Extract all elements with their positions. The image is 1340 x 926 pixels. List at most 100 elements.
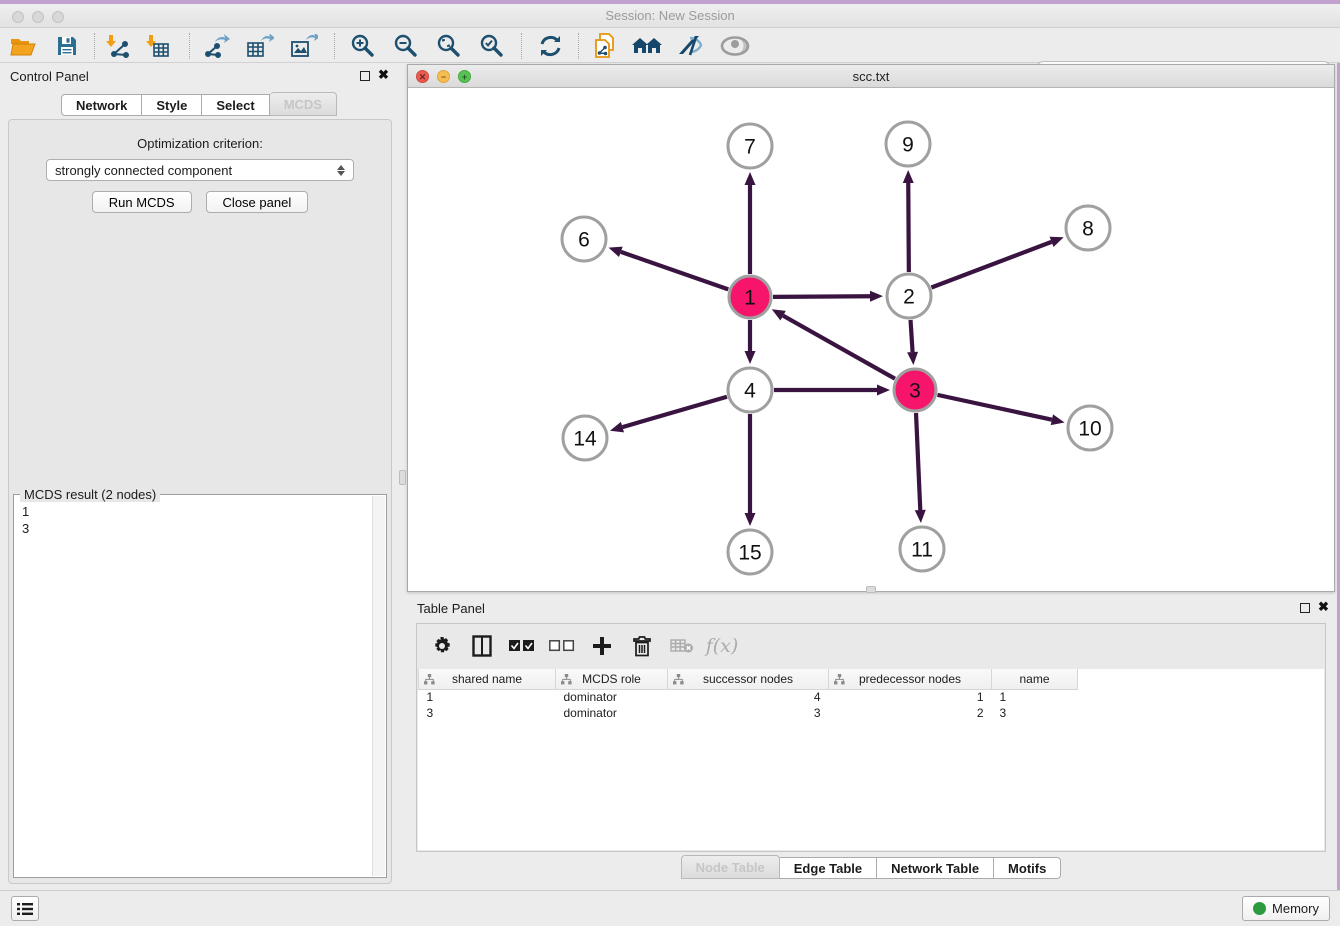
vertical-scrollbar-thumb[interactable] xyxy=(399,470,406,485)
zoom-fit-icon[interactable] xyxy=(432,31,466,61)
zoom-in-icon[interactable] xyxy=(346,31,380,61)
column-header-MCDS-role[interactable]: MCDS role xyxy=(556,669,668,689)
node-label: 11 xyxy=(911,539,933,562)
table-cell[interactable]: 1 xyxy=(419,689,556,705)
table-cell[interactable]: dominator xyxy=(556,705,668,721)
table-tabs: Node Table Edge Table Network Table Moti… xyxy=(407,857,1335,881)
zoom-selected-icon[interactable] xyxy=(475,31,509,61)
zoom-out-icon[interactable] xyxy=(389,31,423,61)
graph-node-7[interactable]: 7 xyxy=(728,124,772,168)
graph-edge-1-7[interactable] xyxy=(745,172,756,274)
close-panel-button[interactable]: Close panel xyxy=(206,191,309,213)
graph-edge-1-6[interactable] xyxy=(609,247,729,290)
export-image-icon[interactable] xyxy=(287,31,321,61)
graph-edge-3-10[interactable] xyxy=(937,395,1064,425)
run-mcds-button[interactable]: Run MCDS xyxy=(92,191,192,213)
node-label: 1 xyxy=(744,287,756,310)
graph-node-11[interactable]: 11 xyxy=(900,527,944,571)
task-history-button[interactable] xyxy=(11,896,39,921)
graph-edge-1-2[interactable] xyxy=(773,291,883,302)
column-header-successor-nodes[interactable]: successor nodes xyxy=(668,669,829,689)
window-title: Session: New Session xyxy=(0,8,1340,23)
import-network-icon[interactable] xyxy=(101,31,135,61)
graph-node-1[interactable]: 1 xyxy=(729,276,771,318)
export-network-icon[interactable] xyxy=(200,31,234,61)
mcds-result-text[interactable]: 13 xyxy=(15,499,372,876)
column-header-predecessor-nodes[interactable]: predecessor nodes xyxy=(829,669,992,689)
table-cell[interactable]: 3 xyxy=(668,705,829,721)
delete-table-icon xyxy=(669,633,695,659)
toolbar-separator xyxy=(578,33,579,59)
select-all-icon[interactable] xyxy=(509,633,535,659)
graph-node-14[interactable]: 14 xyxy=(563,416,607,460)
table-cell[interactable]: 2 xyxy=(829,705,992,721)
tab-network[interactable]: Network xyxy=(61,94,142,116)
add-column-icon[interactable] xyxy=(589,633,615,659)
node-label: 14 xyxy=(573,428,597,451)
open-session-icon[interactable] xyxy=(6,31,40,61)
table-row: 3dominator323 xyxy=(419,705,1078,721)
graph-node-8[interactable]: 8 xyxy=(1066,206,1110,250)
float-panel-icon[interactable] xyxy=(360,71,370,81)
table-cell[interactable]: 3 xyxy=(419,705,556,721)
tab-style[interactable]: Style xyxy=(142,94,202,116)
first-neighbors-icon[interactable] xyxy=(630,31,664,61)
tab-select[interactable]: Select xyxy=(202,94,269,116)
graph-edge-3-11[interactable] xyxy=(915,413,926,523)
network-canvas[interactable]: 7 9 6 8 1 2 4 3 14 10 15 11 xyxy=(408,88,1334,591)
graph-edge-2-9[interactable] xyxy=(903,170,914,272)
import-table-icon[interactable] xyxy=(141,31,175,61)
clone-network-icon[interactable] xyxy=(588,31,622,61)
result-scrollbar[interactable] xyxy=(372,496,385,876)
deselect-all-icon[interactable] xyxy=(549,633,575,659)
graph-node-3[interactable]: 3 xyxy=(894,369,936,411)
tab-network-table[interactable]: Network Table xyxy=(877,857,994,879)
close-table-panel-icon[interactable]: ✖ xyxy=(1318,600,1329,614)
export-table-icon[interactable] xyxy=(243,31,277,61)
graph-node-15[interactable]: 15 xyxy=(728,530,772,574)
table-cell[interactable]: 4 xyxy=(668,689,829,705)
tab-motifs[interactable]: Motifs xyxy=(994,857,1061,879)
table-cell[interactable]: 1 xyxy=(829,689,992,705)
table-cell[interactable]: 1 xyxy=(992,689,1078,705)
graph-node-2[interactable]: 2 xyxy=(887,274,931,318)
show-all-icon xyxy=(718,31,752,61)
graph-edge-2-8[interactable] xyxy=(931,237,1063,288)
memory-status-icon xyxy=(1253,902,1266,915)
graph-edge-2-3[interactable] xyxy=(907,320,918,365)
save-session-icon[interactable] xyxy=(50,31,84,61)
column-header-shared-name[interactable]: shared name xyxy=(419,669,556,689)
refresh-icon[interactable] xyxy=(533,31,567,61)
graph-edge-3-1[interactable] xyxy=(772,309,895,378)
hide-selected-icon[interactable] xyxy=(673,31,707,61)
graph-node-9[interactable]: 9 xyxy=(886,122,930,166)
table-cell[interactable]: dominator xyxy=(556,689,668,705)
table-cell[interactable]: 3 xyxy=(992,705,1078,721)
graph-node-6[interactable]: 6 xyxy=(562,217,606,261)
tab-node-table[interactable]: Node Table xyxy=(681,855,780,879)
column-header-name[interactable]: name xyxy=(992,669,1078,689)
memory-button[interactable]: Memory xyxy=(1242,896,1330,921)
horizontal-scrollbar-thumb[interactable] xyxy=(866,586,876,593)
tab-edge-table[interactable]: Edge Table xyxy=(780,857,877,879)
tree-hierarchy-icon xyxy=(673,674,684,685)
delete-column-icon[interactable] xyxy=(629,633,655,659)
graph-edge-1-4[interactable] xyxy=(745,320,756,364)
node-label: 10 xyxy=(1078,418,1101,441)
column-selector-icon[interactable] xyxy=(469,633,495,659)
criterion-dropdown[interactable]: strongly connected component xyxy=(46,159,354,181)
graph-node-10[interactable]: 10 xyxy=(1068,406,1112,450)
result-line: 1 xyxy=(22,503,372,520)
application-window: Session: New Session xyxy=(0,0,1340,926)
graph-edge-4-3[interactable] xyxy=(774,385,890,396)
node-label: 9 xyxy=(902,134,914,157)
close-panel-icon[interactable]: ✖ xyxy=(378,68,389,82)
graph-node-4[interactable]: 4 xyxy=(728,368,772,412)
function-builder-icon: f(x) xyxy=(709,633,735,659)
table-panel-header: Table Panel ✖ xyxy=(407,595,1335,621)
graph-edge-4-14[interactable] xyxy=(610,397,727,433)
float-table-panel-icon[interactable] xyxy=(1300,603,1310,613)
table-options-gear-icon[interactable] xyxy=(429,633,455,659)
graph-edge-4-15[interactable] xyxy=(745,414,756,526)
tab-mcds[interactable]: MCDS xyxy=(270,92,337,116)
